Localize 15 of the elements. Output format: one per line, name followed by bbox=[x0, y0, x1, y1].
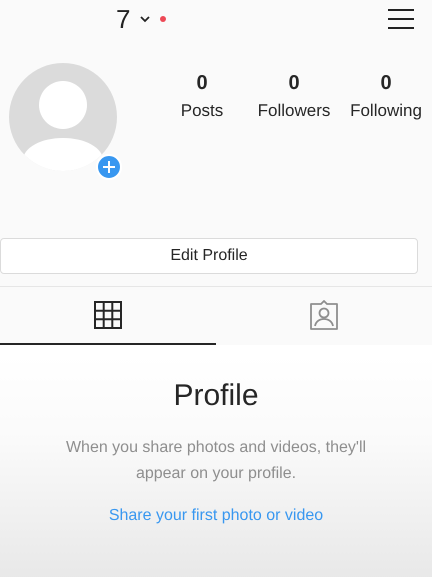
stat-count: 0 bbox=[380, 72, 392, 95]
edit-profile-button[interactable]: Edit Profile bbox=[0, 238, 418, 274]
username: 7 bbox=[116, 4, 130, 34]
empty-title: Profile bbox=[173, 379, 259, 413]
menu-icon[interactable] bbox=[388, 8, 414, 30]
person-tag-icon bbox=[309, 300, 339, 330]
add-icon[interactable] bbox=[96, 154, 122, 180]
stat-label: Posts bbox=[180, 101, 224, 121]
stat-label: Following bbox=[350, 101, 422, 121]
stat-label: Followers bbox=[258, 101, 330, 121]
grid-icon bbox=[94, 301, 122, 329]
stat-count: 0 bbox=[196, 72, 208, 95]
empty-message: When you share photos and videos, they'll appear on your profile. bbox=[64, 438, 368, 484]
stat-count: 0 bbox=[288, 72, 300, 95]
chevron-down-icon[interactable] bbox=[140, 15, 150, 23]
